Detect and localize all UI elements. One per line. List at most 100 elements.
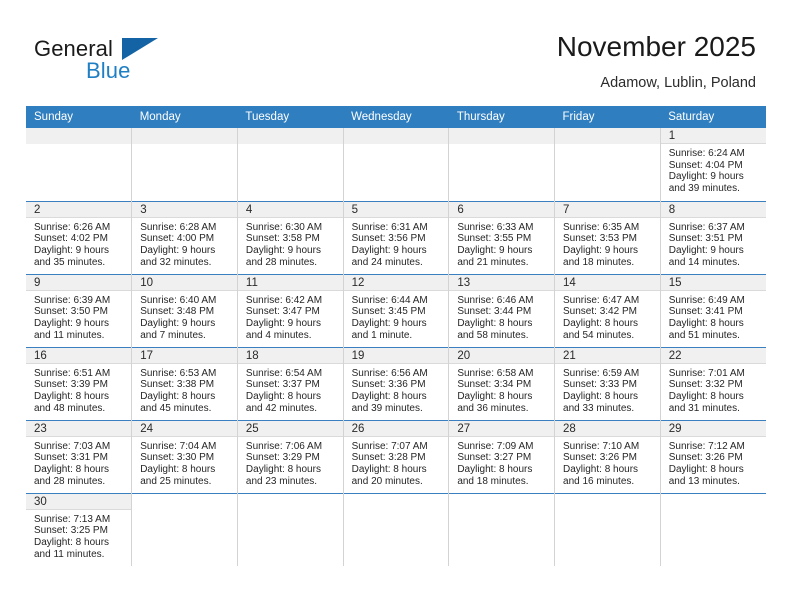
day-cell-28[interactable]: 28 Sunrise: 7:10 AM Sunset: 3:26 PM Dayl… xyxy=(554,419,661,493)
day-cell-3[interactable]: 3 Sunrise: 6:28 AM Sunset: 4:00 PM Dayli… xyxy=(131,200,238,274)
day-number: 28 xyxy=(555,420,660,437)
daylight-text-line2: and 11 minutes. xyxy=(34,548,105,560)
daylight-text-line1: Daylight: 8 hours xyxy=(457,463,533,475)
calendar-week-row: 16 Sunrise: 6:51 AM Sunset: 3:39 PM Dayl… xyxy=(26,346,766,420)
sunset-text: Sunset: 3:26 PM xyxy=(668,452,743,464)
day-cell-25[interactable]: 25 Sunrise: 7:06 AM Sunset: 3:29 PM Dayl… xyxy=(237,419,344,493)
page-subtitle: Adamow, Lublin, Poland xyxy=(600,75,756,91)
day-cell-21[interactable]: 21 Sunrise: 6:59 AM Sunset: 3:33 PM Dayl… xyxy=(554,346,661,420)
sunrise-text: Sunrise: 7:12 AM xyxy=(668,440,745,452)
sunrise-text: Sunrise: 6:58 AM xyxy=(457,367,534,379)
day-details: Sunrise: 6:59 AM Sunset: 3:33 PM Dayligh… xyxy=(555,364,660,415)
daylight-text-line1: Daylight: 8 hours xyxy=(245,463,321,475)
day-cell-29[interactable]: 29 Sunrise: 7:12 AM Sunset: 3:26 PM Dayl… xyxy=(660,419,766,493)
sunset-text: Sunset: 3:48 PM xyxy=(140,306,215,318)
day-cell-20[interactable]: 20 Sunrise: 6:58 AM Sunset: 3:34 PM Dayl… xyxy=(448,346,556,420)
calendar-page: General Blue November 2025 Adamow, Lubli… xyxy=(0,0,792,612)
day-number: 2 xyxy=(26,201,132,218)
daylight-text-line1: Daylight: 8 hours xyxy=(34,463,110,475)
sunrise-text: Sunrise: 7:01 AM xyxy=(668,367,745,379)
sunset-text: Sunset: 3:50 PM xyxy=(34,306,108,318)
daylight-text-line2: and 31 minutes. xyxy=(668,402,740,414)
day-cell-17[interactable]: 17 Sunrise: 6:53 AM Sunset: 3:38 PM Dayl… xyxy=(131,346,238,420)
daylight-text-line2: and 32 minutes. xyxy=(140,256,212,268)
sunset-text: Sunset: 3:31 PM xyxy=(34,452,108,464)
sunset-text: Sunset: 3:56 PM xyxy=(351,233,426,245)
day-cell-10[interactable]: 10 Sunrise: 6:40 AM Sunset: 3:48 PM Dayl… xyxy=(131,273,238,347)
sunrise-text: Sunrise: 6:40 AM xyxy=(140,294,217,306)
day-cell-7[interactable]: 7 Sunrise: 6:35 AM Sunset: 3:53 PM Dayli… xyxy=(554,200,661,274)
day-details: Sunrise: 7:07 AM Sunset: 3:28 PM Dayligh… xyxy=(344,437,449,488)
daylight-text-line2: and 7 minutes. xyxy=(140,329,206,341)
daylight-text-line1: Daylight: 9 hours xyxy=(351,244,427,256)
daylight-text-line2: and 18 minutes. xyxy=(457,475,529,487)
day-cell-15[interactable]: 15 Sunrise: 6:49 AM Sunset: 3:41 PM Dayl… xyxy=(660,273,766,347)
day-cell-22[interactable]: 22 Sunrise: 7:01 AM Sunset: 3:32 PM Dayl… xyxy=(660,346,766,420)
daylight-text-line2: and 58 minutes. xyxy=(457,329,529,341)
day-number: 12 xyxy=(343,274,449,291)
day-details: Sunrise: 6:37 AM Sunset: 3:51 PM Dayligh… xyxy=(661,218,766,269)
day-cell-4[interactable]: 4 Sunrise: 6:30 AM Sunset: 3:58 PM Dayli… xyxy=(237,200,344,274)
sunrise-text: Sunrise: 6:30 AM xyxy=(245,221,323,233)
day-details: Sunrise: 6:31 AM Sunset: 3:56 PM Dayligh… xyxy=(344,218,449,269)
day-cell-16[interactable]: 16 Sunrise: 6:51 AM Sunset: 3:39 PM Dayl… xyxy=(26,346,133,420)
day-cell-8[interactable]: 8 Sunrise: 6:37 AM Sunset: 3:51 PM Dayli… xyxy=(660,200,766,274)
daylight-text-line1: Daylight: 8 hours xyxy=(668,317,744,329)
day-cell-empty xyxy=(237,128,344,201)
daylight-text-line1: Daylight: 9 hours xyxy=(34,317,110,329)
day-cell-2[interactable]: 2 Sunrise: 6:26 AM Sunset: 4:02 PM Dayli… xyxy=(26,200,133,274)
day-cell-11[interactable]: 11 Sunrise: 6:42 AM Sunset: 3:47 PM Dayl… xyxy=(237,273,344,347)
sunrise-text: Sunrise: 7:13 AM xyxy=(34,513,111,525)
day-cell-30[interactable]: 30 Sunrise: 7:13 AM Sunset: 3:25 PM Dayl… xyxy=(26,492,133,566)
day-cell-6[interactable]: 6 Sunrise: 6:33 AM Sunset: 3:55 PM Dayli… xyxy=(448,200,556,274)
daylight-text-line1: Daylight: 8 hours xyxy=(457,317,533,329)
daylight-text-line2: and 36 minutes. xyxy=(457,402,529,414)
day-details: Sunrise: 6:47 AM Sunset: 3:42 PM Dayligh… xyxy=(555,291,660,342)
day-number: 6 xyxy=(449,201,555,218)
day-cell-1[interactable]: 1 Sunrise: 6:24 AM Sunset: 4:04 PM Dayli… xyxy=(660,128,766,201)
sunset-text: Sunset: 3:39 PM xyxy=(34,379,108,391)
day-cell-5[interactable]: 5 Sunrise: 6:31 AM Sunset: 3:56 PM Dayli… xyxy=(343,200,450,274)
day-cell-19[interactable]: 19 Sunrise: 6:56 AM Sunset: 3:36 PM Dayl… xyxy=(343,346,450,420)
daylight-text-line2: and 20 minutes. xyxy=(351,475,423,487)
daylight-text-line1: Daylight: 8 hours xyxy=(34,390,110,402)
day-cell-26[interactable]: 26 Sunrise: 7:07 AM Sunset: 3:28 PM Dayl… xyxy=(343,419,450,493)
day-cell-13[interactable]: 13 Sunrise: 6:46 AM Sunset: 3:44 PM Dayl… xyxy=(448,273,556,347)
day-number: 18 xyxy=(237,347,343,364)
daylight-text-line1: Daylight: 8 hours xyxy=(140,390,216,402)
day-cell-9[interactable]: 9 Sunrise: 6:39 AM Sunset: 3:50 PM Dayli… xyxy=(26,273,133,347)
day-details: Sunrise: 6:44 AM Sunset: 3:45 PM Dayligh… xyxy=(344,291,449,342)
day-cell-27[interactable]: 27 Sunrise: 7:09 AM Sunset: 3:27 PM Dayl… xyxy=(448,419,556,493)
page-header: General Blue November 2025 Adamow, Lubli… xyxy=(0,0,792,100)
sunrise-text: Sunrise: 6:28 AM xyxy=(140,221,217,233)
general-blue-logo[interactable]: General Blue xyxy=(34,36,214,90)
calendar-week-row: 30 Sunrise: 7:13 AM Sunset: 3:25 PM Dayl… xyxy=(26,492,766,566)
day-details: Sunrise: 7:03 AM Sunset: 3:31 PM Dayligh… xyxy=(26,437,131,488)
weekday-header-row: Sunday Monday Tuesday Wednesday Thursday… xyxy=(26,106,766,128)
day-cell-12[interactable]: 12 Sunrise: 6:44 AM Sunset: 3:45 PM Dayl… xyxy=(343,273,450,347)
day-cell-14[interactable]: 14 Sunrise: 6:47 AM Sunset: 3:42 PM Dayl… xyxy=(554,273,661,347)
daylight-text-line1: Daylight: 8 hours xyxy=(563,390,639,402)
day-details: Sunrise: 7:10 AM Sunset: 3:26 PM Dayligh… xyxy=(555,437,660,488)
daylight-text-line2: and 28 minutes. xyxy=(245,256,318,268)
sunrise-text: Sunrise: 6:39 AM xyxy=(34,294,111,306)
day-cell-blank xyxy=(660,492,766,566)
daylight-text-line2: and 21 minutes. xyxy=(457,256,529,268)
day-details: Sunrise: 6:26 AM Sunset: 4:02 PM Dayligh… xyxy=(26,218,131,269)
day-number: 19 xyxy=(343,347,449,364)
day-details: Sunrise: 6:49 AM Sunset: 3:41 PM Dayligh… xyxy=(661,291,766,342)
day-number: 7 xyxy=(555,201,660,218)
day-cell-23[interactable]: 23 Sunrise: 7:03 AM Sunset: 3:31 PM Dayl… xyxy=(26,419,133,493)
day-number: 5 xyxy=(343,201,449,218)
daylight-text-line2: and 42 minutes. xyxy=(245,402,318,414)
day-number: 23 xyxy=(26,420,132,437)
sunset-text: Sunset: 3:42 PM xyxy=(563,306,637,318)
day-cell-24[interactable]: 24 Sunrise: 7:04 AM Sunset: 3:30 PM Dayl… xyxy=(131,419,238,493)
sunset-text: Sunset: 3:34 PM xyxy=(457,379,532,391)
sunset-text: Sunset: 3:27 PM xyxy=(457,452,532,464)
daylight-text-line1: Daylight: 8 hours xyxy=(34,536,110,548)
sunset-text: Sunset: 3:53 PM xyxy=(563,233,637,245)
weekday-header-thursday: Thursday xyxy=(448,106,555,128)
day-cell-18[interactable]: 18 Sunrise: 6:54 AM Sunset: 3:37 PM Dayl… xyxy=(237,346,344,420)
calendar-week-row: 23 Sunrise: 7:03 AM Sunset: 3:31 PM Dayl… xyxy=(26,419,766,493)
